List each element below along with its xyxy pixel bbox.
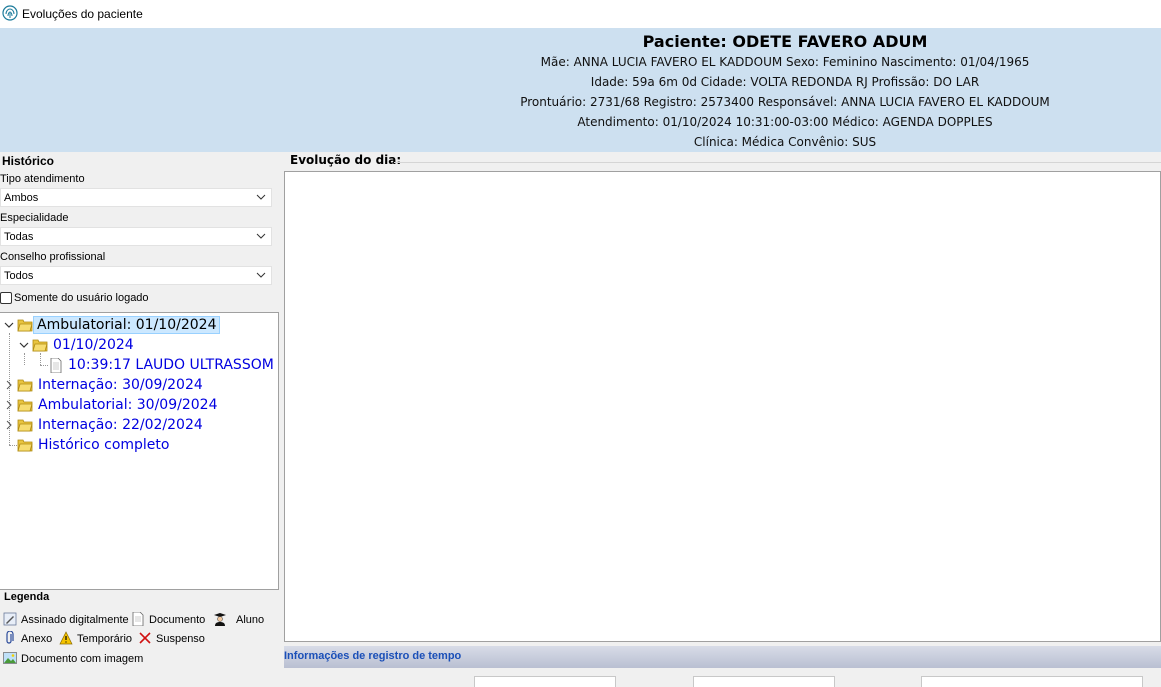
tree-node-label: 01/10/2024: [53, 337, 134, 353]
conselho-value: Todos: [4, 270, 34, 282]
especialidade-value: Todas: [4, 231, 34, 243]
tipo-atendimento-value: Ambos: [4, 192, 39, 204]
tree-node-label: Ambulatorial: 01/10/2024: [33, 316, 221, 334]
tree-node-label: Internação: 22/02/2024: [38, 417, 203, 433]
folder-open-icon: [17, 419, 33, 432]
history-tree[interactable]: Ambulatorial: 01/10/2024 01/10/2024 10:3…: [0, 312, 279, 590]
legend-suspenso-label: Suspenso: [156, 633, 205, 645]
historico-panel: Histórico Tipo atendimento Ambos Especia…: [0, 152, 281, 682]
title-bar: Evoluções do paciente: [0, 0, 1161, 28]
legend-doc-imagem-label: Documento com imagem: [21, 653, 144, 665]
patient-line-mother: Mãe: ANNA LUCIA FAVERO EL KADDOUM Sexo: …: [540, 55, 1030, 69]
tree-node-label: Histórico completo: [38, 437, 170, 453]
evolucao-panel: Evolução do dia: Informações de registro…: [284, 152, 1161, 687]
window-title: Evoluções do paciente: [22, 7, 143, 21]
somente-usuario-checkbox[interactable]: [0, 292, 12, 304]
chevron-down-icon[interactable]: [19, 339, 29, 351]
conselho-label: Conselho profissional: [0, 251, 106, 263]
tipo-atendimento-select[interactable]: Ambos: [0, 188, 272, 207]
time-info-bar[interactable]: Informações de registro de tempo: [284, 646, 1161, 668]
legend-anexo-label: Anexo: [21, 633, 53, 645]
evolucao-title: Evolução do dia:: [290, 153, 402, 167]
tree-node-label: Ambulatorial: 30/09/2024: [38, 397, 218, 413]
patient-line-age: Idade: 59a 6m 0d Cidade: VOLTA REDONDA R…: [590, 75, 980, 89]
tree-connector: [9, 445, 17, 446]
tree-node-label: 10:39:17 LAUDO ULTRASSOM: [68, 357, 274, 373]
warning-icon: [59, 631, 73, 645]
chevron-down-icon[interactable]: [4, 319, 14, 331]
chevron-down-icon: [256, 194, 266, 200]
folder-open-icon: [17, 319, 33, 332]
chevron-right-icon[interactable]: [4, 419, 14, 431]
folder-open-icon: [32, 339, 48, 352]
patient-line-record: Prontuário: 2731/68 Registro: 2573400 Re…: [520, 95, 1050, 109]
time-info-label: Informações de registro de tempo: [284, 650, 462, 662]
signed-pen-icon: [3, 612, 17, 626]
student-icon: [214, 613, 226, 626]
folder-open-icon: [17, 439, 33, 452]
legenda-title: Legenda: [4, 591, 50, 603]
divider: [394, 162, 1161, 163]
chevron-down-icon: [256, 233, 266, 239]
paperclip-icon: [6, 631, 14, 644]
legend-documento-label: Documento: [149, 614, 206, 626]
chevron-right-icon[interactable]: [4, 399, 14, 411]
conselho-select[interactable]: Todos: [0, 266, 272, 285]
fingerprint-icon: [2, 5, 18, 21]
patient-header: Paciente: ODETE FAVERO ADUM Mãe: ANNA LU…: [0, 28, 1161, 152]
legend-aluno-label: Aluno: [236, 614, 265, 626]
legenda-panel: Legenda Assinado digitalmente Documento …: [0, 589, 281, 682]
patient-name: Paciente: ODETE FAVERO ADUM: [642, 32, 928, 51]
especialidade-select[interactable]: Todas: [0, 227, 272, 246]
tipo-atendimento-label: Tipo atendimento: [0, 173, 85, 185]
historico-title: Histórico: [2, 154, 55, 168]
image-document-icon: [3, 652, 17, 664]
legend-assinado-label: Assinado digitalmente: [21, 614, 129, 626]
document-icon: [132, 612, 144, 626]
evolucao-editor[interactable]: [284, 171, 1161, 642]
chevron-right-icon[interactable]: [4, 379, 14, 391]
folder-open-icon: [17, 379, 33, 392]
tree-connector: [40, 353, 41, 365]
chevron-down-icon: [256, 272, 266, 278]
document-icon: [50, 358, 62, 373]
legend-temporario-label: Temporário: [77, 633, 133, 645]
folder-open-icon: [17, 399, 33, 412]
somente-usuario-label[interactable]: Somente do usuário logado: [14, 292, 149, 304]
tree-connector: [24, 353, 25, 365]
especialidade-label: Especialidade: [0, 212, 69, 224]
patient-line-attendance: Atendimento: 01/10/2024 10:31:00-03:00 M…: [577, 115, 993, 129]
red-x-icon: [139, 632, 151, 644]
tree-node-label: Internação: 30/09/2024: [38, 377, 203, 393]
patient-line-clinic: Clínica: Médica Convênio: SUS: [693, 135, 877, 149]
tree-connector: [40, 365, 48, 366]
